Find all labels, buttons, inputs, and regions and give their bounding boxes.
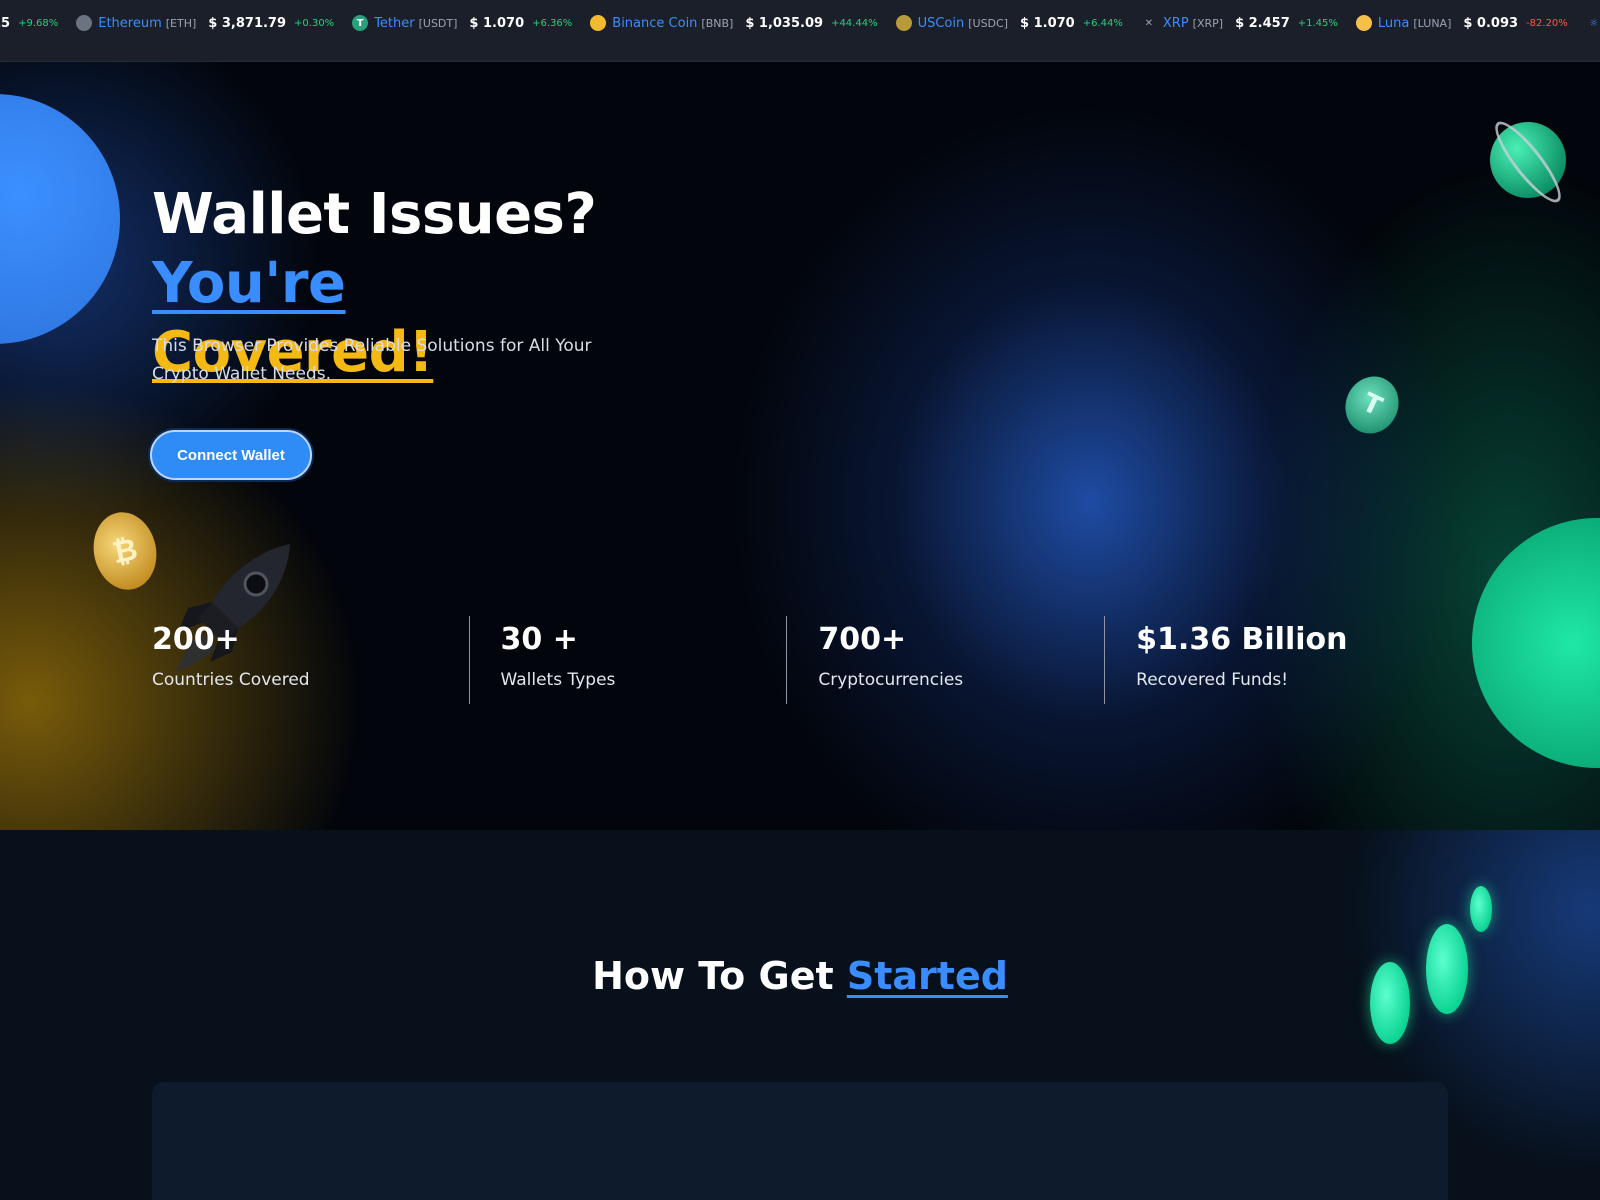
usdc-icon (895, 15, 912, 31)
stat-label: Wallets Types (500, 670, 616, 690)
xrp-icon: ✕ (1144, 17, 1154, 29)
hero-title-white: Wallet Issues? (152, 182, 597, 247)
ticker-item: ☼Cardano[ADA]$ 0.59 (1586, 15, 1600, 31)
steps-title: How To Get Started (0, 954, 1600, 998)
ticker-coin-change: +44.44% (831, 17, 878, 29)
stat-wallet-types: 30 + Wallets Types (468, 616, 787, 712)
ticker-item: 15 +9.68% (0, 16, 58, 31)
ticker-coin-price: $ 1.070 (1020, 15, 1075, 31)
ticker-coin-symbol: [BNB] (701, 16, 734, 30)
ticker-coin-symbol: [USDT] (418, 16, 458, 30)
blue-orb-decoration (0, 94, 120, 344)
ticker-coin-symbol: [XRP] (1192, 16, 1224, 30)
stat-value: 200+ (152, 622, 240, 657)
stat-value: 30 + (500, 622, 578, 657)
ticker-coin-price: $ 3,871.79 (208, 15, 287, 31)
ticker-item: Binance Coin [BNB] $ 1,035.09 +44.44% (590, 15, 878, 31)
cardano-icon: ☼ (1589, 17, 1599, 29)
ticker-coin-symbol: [USDC] (968, 16, 1009, 30)
ticker-coin-name[interactable]: Luna (1378, 16, 1409, 31)
ticker-item: Luna [LUNA] $ 0.093 -82.20% (1355, 15, 1568, 31)
hero-section: T ₿ Wallet Issues? You're Covered! This … (0, 62, 1600, 830)
ticker-coin-change: +1.45% (1297, 17, 1338, 29)
ticker-item: T Tether [USDT] $ 1.070 +6.36% (352, 15, 572, 31)
ticker-coin-symbol: [ETH] (165, 16, 197, 30)
price-ticker: 15 +9.68% Ethereum[ETH] $ 3,871.79 +0.30% T Te… (0, 0, 1600, 62)
ticker-coin-change: +0.30% (294, 17, 335, 29)
ticker-coin-change: +6.36% (532, 17, 573, 29)
ticker-coin-name[interactable]: XRP (1163, 16, 1189, 31)
connect-wallet-button[interactable]: Connect Wallet (150, 430, 312, 480)
ticker-coin-name[interactable]: Binance Coin (612, 16, 697, 31)
green-coin-icon (1470, 886, 1492, 932)
luna-icon (1355, 15, 1372, 31)
hero-subtitle: This Browser Provides Reliable Solutions… (152, 336, 592, 384)
stat-value: $1.36 Billion (1136, 622, 1348, 657)
stat-label: Countries Covered (152, 670, 310, 690)
hero-title-highlight-blue: You're (152, 251, 346, 316)
ticker-track: 15 +9.68% Ethereum[ETH] $ 3,871.79 +0.30% T Te… (0, 13, 1600, 33)
ticker-coin-change: +6.44% (1082, 17, 1123, 29)
stat-cryptocurrencies: 700+ Cryptocurrencies (786, 616, 1104, 712)
tether-icon: T (352, 15, 369, 31)
green-orb-decoration (1472, 518, 1600, 768)
how-to-get-started-section: How To Get Started (0, 830, 1600, 1200)
stat-countries: 200+ Countries Covered (152, 622, 469, 712)
binance-icon (590, 15, 607, 31)
steps-title-white: How To Get (592, 954, 847, 998)
stat-recovered-funds: $1.36 Billion Recovered Funds! (1104, 616, 1422, 712)
ticker-coin-price: $ 2.457 (1235, 15, 1290, 31)
ticker-coin-symbol: [LUNA] (1413, 16, 1452, 30)
steps-title-highlight: Started (846, 954, 1008, 998)
tether-coin-icon: T (1336, 367, 1408, 443)
ticker-coin-price: 15 (0, 15, 11, 31)
ethereum-icon (76, 15, 93, 31)
ticker-coin-price: $ 1.070 (469, 15, 525, 31)
ticker-coin-price: $ 1,035.09 (745, 15, 824, 31)
ticker-coin-price: $ 0.093 (1463, 15, 1519, 31)
ticker-coin-change: -82.20% (1526, 17, 1568, 29)
ticker-item: ✕ XRP [XRP] $ 2.457 +1.45% (1141, 15, 1338, 31)
bitcoin-coin-icon: ₿ (86, 506, 164, 596)
ticker-coin-name[interactable]: USCoin (918, 16, 965, 31)
stats-row: 200+ Countries Covered 30 + Wallets Type… (152, 616, 1422, 712)
stat-label: Cryptocurrencies (818, 670, 964, 690)
ticker-coin-name[interactable]: Ethereum (98, 16, 162, 31)
ticker-coin-name[interactable]: Tether (374, 16, 414, 31)
ticker-coin-change: +9.68% (18, 17, 59, 29)
ticker-item: USCoin [USDC] $ 1.070 +6.44% (895, 15, 1123, 31)
ticker-item: Ethereum [ETH] $ 3,871.79 +0.30% (76, 15, 334, 31)
steps-card (152, 1082, 1448, 1200)
stat-value: 700+ (818, 622, 907, 657)
stat-label: Recovered Funds! (1136, 670, 1289, 690)
